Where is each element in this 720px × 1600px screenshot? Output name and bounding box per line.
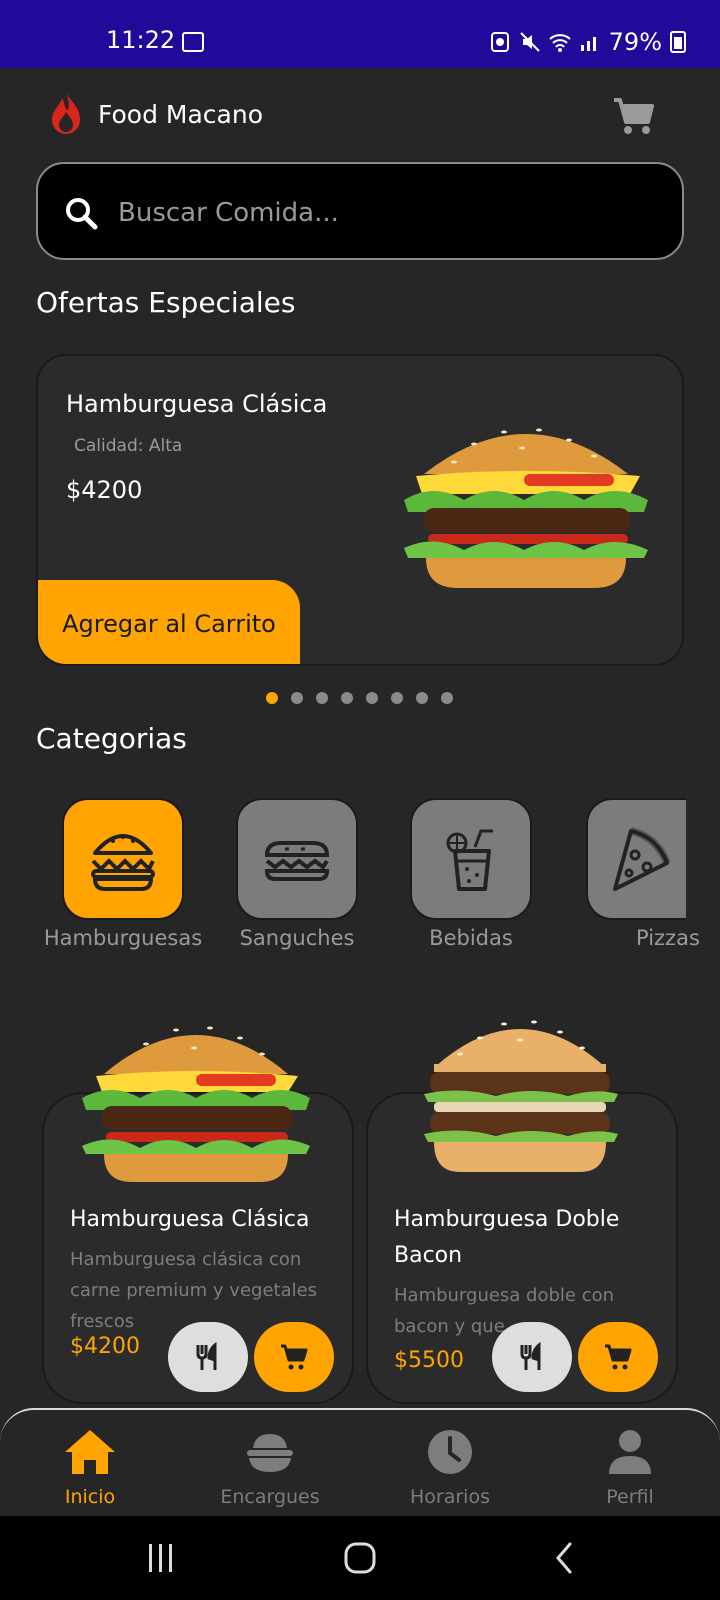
carousel-dot[interactable]: [366, 692, 378, 704]
carousel-dots: [266, 692, 453, 704]
category-label: Sanguches: [239, 926, 355, 950]
offer-quality: Calidad: Alta: [74, 436, 183, 456]
search-bar: [36, 162, 684, 260]
offer-price: $4200: [66, 476, 143, 504]
nav-label: Encargues: [220, 1486, 320, 1508]
mute-icon: [519, 32, 540, 52]
home-icon: [65, 1430, 115, 1474]
carousel-dot[interactable]: [416, 692, 428, 704]
burger-icon: [91, 834, 155, 891]
carousel-dot[interactable]: [291, 692, 303, 704]
nav-encargues[interactable]: Encargues: [200, 1428, 340, 1508]
product-price: $5500: [394, 1348, 464, 1373]
category-label: Hamburguesas: [43, 926, 203, 950]
battery-icon: [670, 31, 686, 53]
product-price: $4200: [70, 1334, 140, 1359]
battery-percent: 79%: [608, 28, 662, 56]
home-button-icon[interactable]: [344, 1542, 376, 1574]
nav-label: Horarios: [410, 1486, 490, 1508]
product-title: Hamburguesa Clásica: [70, 1207, 310, 1232]
carousel-dot[interactable]: [391, 692, 403, 704]
status-bar: 11:22 79%: [0, 0, 720, 68]
offer-card[interactable]: Hamburguesa Clásica Calidad: Alta $4200 …: [36, 354, 684, 666]
add-to-cart-button[interactable]: [578, 1322, 658, 1392]
category-sanguches[interactable]: Sanguches: [236, 798, 358, 950]
add-to-cart-button[interactable]: [254, 1322, 334, 1392]
nav-horarios[interactable]: Horarios: [380, 1428, 520, 1508]
system-nav-bar: [0, 1516, 720, 1600]
signal-icon: [580, 37, 596, 51]
burger-image: [404, 428, 648, 588]
nav-perfil[interactable]: Perfil: [560, 1428, 700, 1508]
category-label: Bebidas: [429, 926, 513, 950]
bowl-icon: [247, 1434, 293, 1472]
add-to-cart-button[interactable]: Agregar al Carrito: [38, 580, 300, 664]
wifi-icon: [548, 34, 571, 52]
nav-label: Perfil: [606, 1486, 654, 1508]
sandwich-icon: [264, 841, 330, 881]
flame-logo-icon: [52, 92, 80, 134]
carousel-dot[interactable]: [316, 692, 328, 704]
carousel-dot[interactable]: [341, 692, 353, 704]
status-icons: 79%: [489, 28, 686, 56]
offer-title: Hamburguesa Clásica: [66, 390, 328, 418]
double-burger-image: [424, 1020, 618, 1172]
drink-icon: [446, 829, 493, 891]
details-button[interactable]: [168, 1322, 248, 1392]
image-notification-icon: [182, 32, 204, 52]
battery-saver-icon: [490, 32, 509, 52]
bottom-nav: Inicio Encargues Horarios Perfil: [0, 1408, 720, 1516]
category-bebidas[interactable]: Bebidas: [410, 798, 532, 950]
category-label: Pizzas: [636, 926, 700, 950]
clock-icon: [428, 1430, 472, 1474]
details-button[interactable]: [492, 1322, 572, 1392]
fork-knife-icon: [196, 1342, 217, 1370]
fork-knife-icon: [520, 1342, 541, 1370]
search-input[interactable]: [118, 188, 638, 238]
cart-icon: [605, 1344, 632, 1370]
person-icon: [609, 1430, 651, 1474]
status-time: 11:22: [106, 26, 176, 54]
category-hamburguesas[interactable]: Hamburguesas: [44, 798, 202, 950]
offers-section-title: Ofertas Especiales: [36, 286, 296, 319]
cart-icon[interactable]: [612, 96, 654, 136]
cart-icon: [281, 1344, 308, 1370]
search-icon: [66, 198, 98, 230]
product-title: Hamburguesa Doble Bacon: [394, 1207, 620, 1268]
nav-label: Inicio: [64, 1486, 116, 1508]
app-title: Food Macano: [98, 100, 263, 129]
back-icon[interactable]: [554, 1542, 574, 1574]
pizza-icon: [613, 827, 671, 891]
nav-inicio[interactable]: Inicio: [20, 1428, 160, 1508]
categories-section-title: Categorias: [36, 722, 187, 755]
recent-apps-icon[interactable]: [146, 1544, 176, 1572]
burger-image: [82, 1026, 310, 1182]
category-pizzas[interactable]: Pizzas: [586, 798, 700, 950]
carousel-dot[interactable]: [441, 692, 453, 704]
carousel-dot[interactable]: [266, 692, 278, 704]
